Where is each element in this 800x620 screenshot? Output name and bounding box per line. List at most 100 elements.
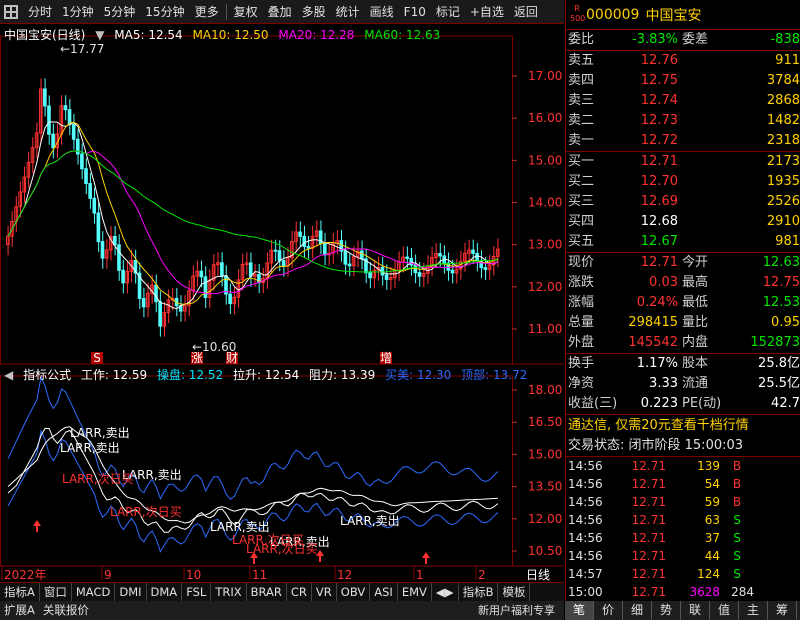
quote-title: R 500 000009 中国宝安 [566,0,800,30]
tab-brar[interactable]: BRAR [247,583,287,601]
stock-name: 中国宝安 [645,7,702,24]
toolbar-item-f10[interactable]: F10 [399,1,431,23]
tab-zhi[interactable]: 值 [710,601,739,620]
tick-time: 15:00 [568,585,603,599]
tab-scroll-arrow[interactable]: ◀▶ [432,583,459,601]
related-quote-button[interactable]: 关联报价 [39,601,93,620]
tab-window[interactable]: 窗口 [40,583,72,601]
new-user-promo[interactable]: 新用户福利专享 [478,601,565,620]
stat-value: 298415 [628,315,678,330]
candles [6,78,500,337]
tab-jia[interactable]: 价 [594,601,623,620]
order-book-row[interactable]: 买五 12.67 981 [566,232,800,252]
period-label: 日线 [526,568,550,582]
tick-price: 12.71 [631,531,666,545]
candle-body [203,276,208,298]
order-book-row[interactable]: 卖二 12.73 1482 [566,111,800,131]
tick-row: 15:00 12.71 3628 284 [566,583,800,601]
tick-volume: 3628 [689,585,720,599]
tab-indicator-a[interactable]: 指标A [0,583,40,601]
candle-body [158,301,162,327]
tab-indicator-b[interactable]: 指标B [459,583,499,601]
tab-fsl[interactable]: FSL [182,583,212,601]
book-spacer [678,111,728,131]
grid-menu-icon[interactable] [4,4,18,19]
tab-emv[interactable]: EMV [398,583,432,601]
buy-signal-label: LARR,次日买 [246,542,318,556]
book-price: 12.68 [640,214,678,229]
order-book-row[interactable]: 买二 12.70 1935 [566,172,800,192]
toolbar-item-more[interactable]: 更多 [190,1,224,23]
stat-label: 涨跌 [568,275,595,290]
order-book-row[interactable]: 买一 12.71 2173 [566,152,800,172]
tab-lian[interactable]: 联 [681,601,710,620]
tick-list: 14:56 12.71 139 B 14:56 12.71 54 B 14:56 12.71 59 B… [566,457,800,601]
y-tick-label: 16.00 [528,111,562,125]
dropdown-icon[interactable]: ◀ [4,368,13,382]
toolbar-item-back[interactable]: 返回 [509,1,543,23]
order-book-row[interactable]: 卖一 12.72 2318 [566,131,800,151]
stat-value: 3.33 [649,376,678,391]
tick-volume: 124 [697,567,720,581]
toolbar-item-fuquan[interactable]: 复权 [229,1,263,23]
chart-canvas[interactable]: 17.00 16.00 15.00 14.00 13.00 12.00 11.00 18.00… [0,24,564,582]
order-book-row[interactable]: 买四 12.68 2910 [566,212,800,232]
y-tick-label: 15.00 [528,153,562,167]
weicha-label: 委差 [682,32,709,47]
tab-asi[interactable]: ASI [370,583,398,601]
candle-body [199,270,204,278]
tick-volume: 44 [704,549,720,563]
dropdown-icon[interactable]: ▼ [95,28,104,42]
stats-block-1: 现价 12.71 今开 12.63 涨跌 0.03 最高 12.75 涨幅 0.24% 最低 12.5… [566,253,800,353]
tab-bi[interactable]: 笔 [565,601,594,620]
y-tick-label: 16.50 [528,415,562,429]
order-book-row[interactable]: 卖四 12.75 3784 [566,71,800,91]
toolbar-item-fenshi[interactable]: 分时 [23,1,57,23]
tab-template[interactable]: 模板 [498,583,531,601]
toolbar-item-1min[interactable]: 1分钟 [57,1,99,23]
toolbar-item-diejia[interactable]: 叠加 [263,1,297,23]
tab-chou[interactable]: 筹 [768,601,797,620]
order-book-row[interactable]: 买三 12.69 2526 [566,192,800,212]
indicator-buy: 买美: 12.30 [385,368,452,382]
candle-body [117,244,121,271]
trade-status: 交易状态: 闭市阶段 15:00:03 [568,438,744,453]
candle-body [471,249,475,254]
book-spacer [678,91,728,111]
toolbar-item-huaxian[interactable]: 画线 [365,1,399,23]
tab-dmi[interactable]: DMI [115,583,147,601]
candle-body [63,105,68,111]
book-price: 12.70 [640,174,678,189]
toolbar-item-5min[interactable]: 5分钟 [99,1,141,23]
toolbar-item-tongji[interactable]: 统计 [331,1,365,23]
toolbar-item-biaoji[interactable]: 标记 [431,1,465,23]
order-book-row[interactable]: 卖三 12.74 2868 [566,91,800,111]
tab-vr[interactable]: VR [312,583,337,601]
stat-label: 换手 [568,356,595,371]
tick-row: 14:56 12.71 59 B [566,493,800,511]
stat-label: PE(动) [682,396,722,411]
tab-zhu[interactable]: 主 [739,601,768,620]
tab-macd[interactable]: MACD [72,583,116,601]
expand-a-button[interactable]: 扩展A [0,601,39,620]
tab-trix[interactable]: TRIX [211,583,247,601]
indicator-title[interactable]: 指标公式 [23,368,71,382]
tab-dma[interactable]: DMA [147,583,183,601]
book-price: 12.71 [640,154,678,169]
buy-signal-label: LARR,次日买 [62,472,134,486]
x-axis-label: 11 [252,568,267,582]
toolbar-separator [225,3,227,20]
tab-cr[interactable]: CR [287,583,312,601]
toolbar-item-zixuan[interactable]: +自选 [465,1,509,23]
order-book-row[interactable]: 卖五 12.76 911 [566,51,800,71]
sell-signal-label: LARR,卖出 [340,514,400,528]
toolbar-item-duogu[interactable]: 多股 [297,1,331,23]
tab-xi[interactable]: 细 [623,601,652,620]
promo-text[interactable]: 通达信, 仅需20元查看千档行情 [566,415,800,436]
y-tick-label: 18.00 [528,383,562,397]
tab-obv[interactable]: OBV [337,583,371,601]
chart-area[interactable]: 17.00 16.00 15.00 14.00 13.00 12.00 11.00 18.00… [0,24,564,582]
candle-body [281,260,286,267]
toolbar-item-15min[interactable]: 15分钟 [140,1,189,23]
tab-shi[interactable]: 势 [652,601,681,620]
